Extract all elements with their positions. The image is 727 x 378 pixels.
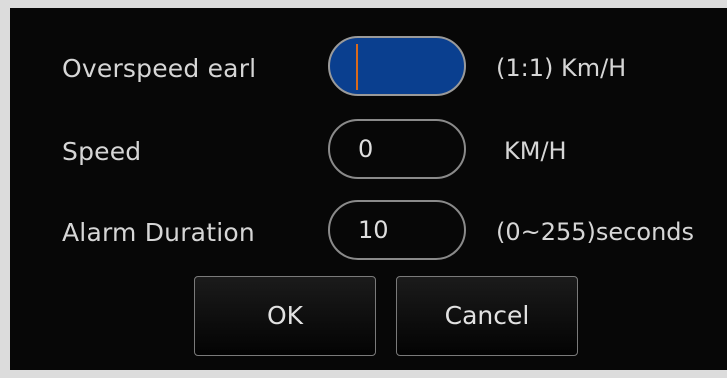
overspeed-early-unit: (1:1) Km/H: [496, 54, 627, 82]
speed-unit: KM/H: [504, 137, 567, 165]
alarm-duration-value: 10: [358, 216, 389, 244]
cancel-button[interactable]: Cancel: [396, 276, 578, 356]
speed-row: Speed 0 KM/H: [10, 119, 727, 181]
ok-button[interactable]: OK: [194, 276, 376, 356]
speed-label: Speed: [62, 137, 142, 166]
alarm-duration-input[interactable]: 10: [328, 200, 466, 260]
alarm-duration-label: Alarm Duration: [62, 218, 255, 247]
speed-input[interactable]: 0: [328, 119, 466, 179]
overspeed-early-label: Overspeed earl: [62, 54, 257, 83]
text-caret: [356, 44, 358, 90]
speed-value: 0: [358, 135, 374, 163]
overspeed-early-row: Overspeed earl (1:1) Km/H: [10, 36, 727, 98]
alarm-duration-unit: (0~255)seconds: [496, 218, 695, 246]
alarm-duration-row: Alarm Duration 10 (0~255)seconds: [10, 200, 727, 262]
overspeed-settings-dialog: Overspeed earl (1:1) Km/H Speed 0 KM/H A…: [10, 8, 727, 370]
overspeed-early-input[interactable]: [328, 36, 466, 96]
